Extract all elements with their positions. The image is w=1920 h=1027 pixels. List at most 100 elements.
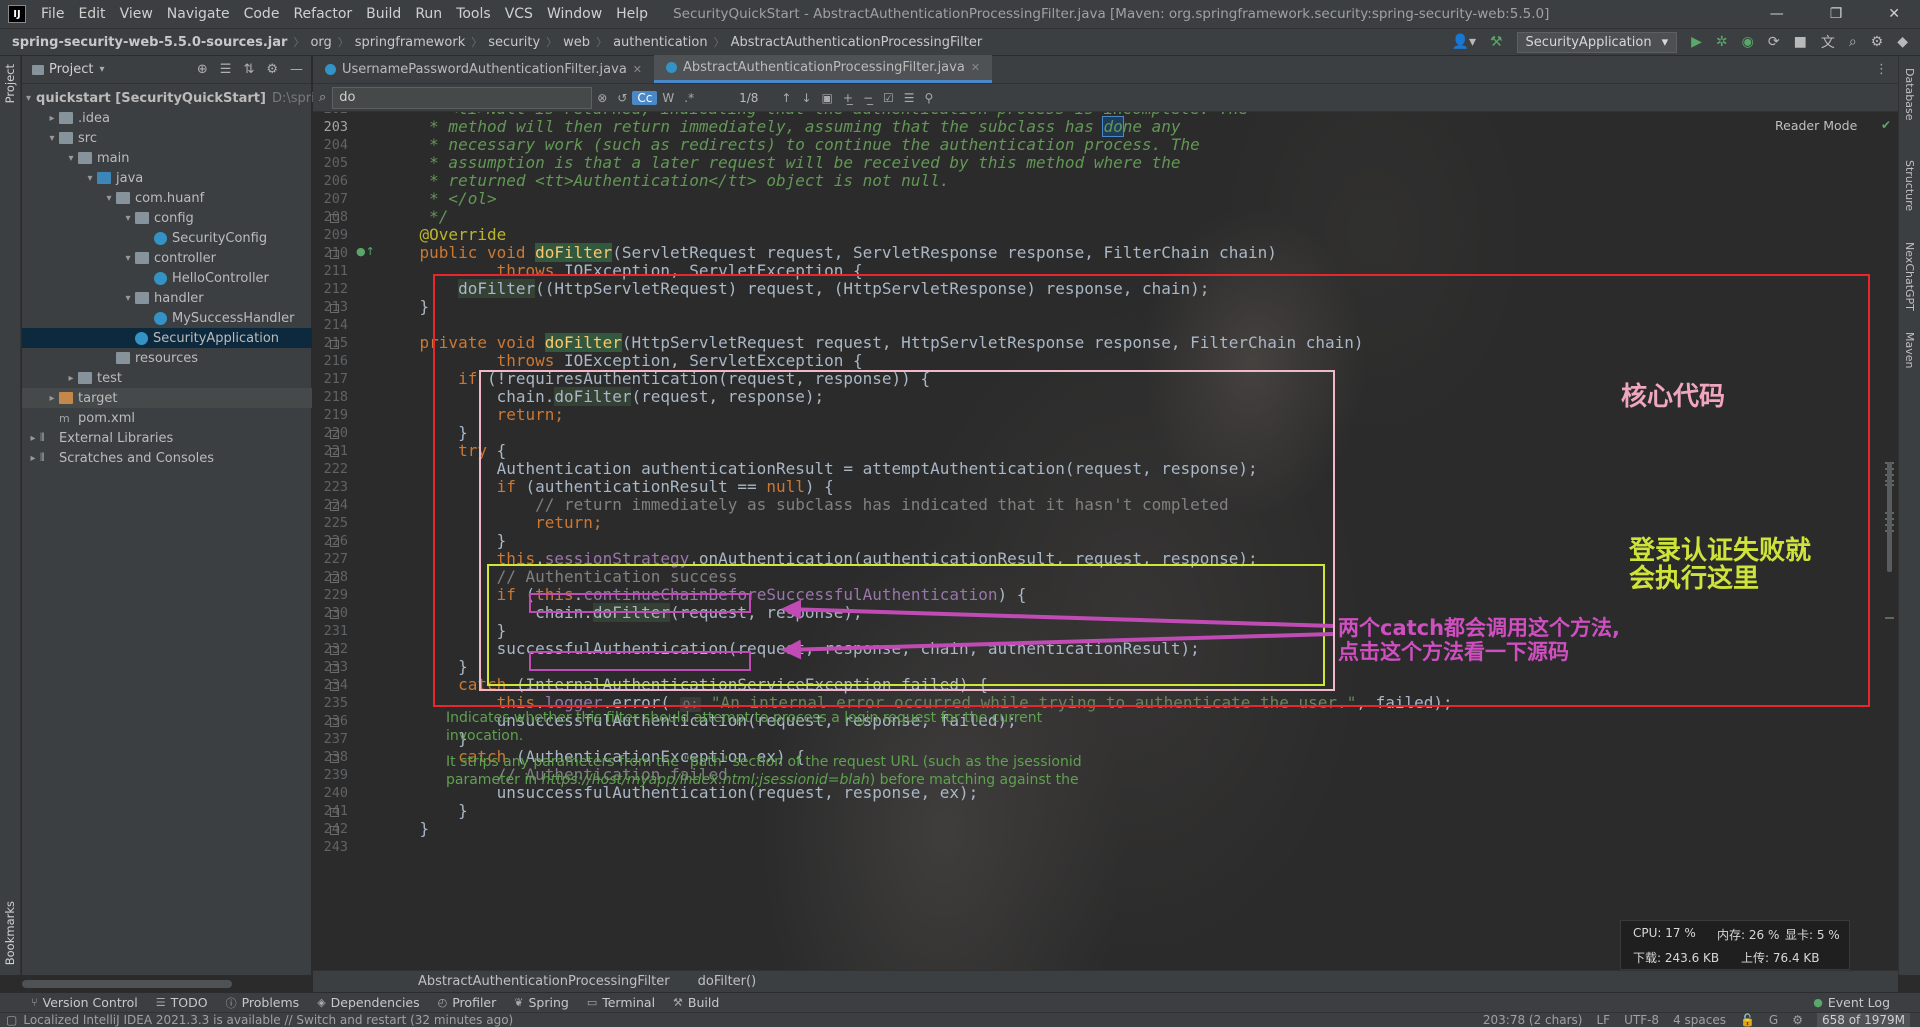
menu-tools[interactable]: Tools [449, 6, 498, 22]
close-icon[interactable]: ✕ [633, 63, 642, 76]
tree-item[interactable]: ▾ com.huanf [22, 188, 312, 208]
nexchatgpt-tool-tab[interactable]: NexChatGPT [1903, 242, 1916, 311]
remove-selection-icon[interactable]: −̲ [858, 91, 878, 105]
breadcrumb-springframework[interactable]: springframework [351, 35, 469, 50]
run-configuration-select[interactable]: SecurityApplication ▾ [1516, 31, 1678, 53]
structure-tool-tab[interactable]: Structure [1903, 160, 1916, 211]
search-icon[interactable]: ⌕ [1849, 34, 1857, 50]
breadcrumb-class[interactable]: AbstractAuthenticationProcessingFilter [727, 35, 987, 50]
stop-icon[interactable]: ■ [1794, 34, 1807, 50]
tree-item[interactable]: ▸ ⫴ External Libraries [22, 428, 312, 448]
tree-item[interactable]: ▾ src [22, 128, 312, 148]
hide-panel-icon[interactable]: — [290, 62, 303, 77]
fold-marker[interactable] [330, 448, 339, 457]
expand-all-icon[interactable]: ☰ [220, 62, 232, 77]
code-line[interactable]: */ [381, 208, 448, 226]
ide-logo-icon[interactable]: ◆ [1897, 34, 1908, 50]
add-selection-icon[interactable]: +̲ [838, 91, 858, 105]
lock-icon[interactable]: 🔓 [1740, 1013, 1755, 1027]
previous-match-icon[interactable]: ↑ [776, 91, 796, 105]
fold-marker[interactable] [330, 340, 339, 349]
chevron-down-icon[interactable]: ▾ [121, 253, 135, 264]
maven-tool-tab[interactable]: Maven [1903, 332, 1916, 368]
translate-icon[interactable]: 文 [1821, 32, 1835, 52]
database-tool-tab[interactable]: Database [1903, 68, 1916, 121]
locate-icon[interactable]: ⊕ [197, 62, 208, 77]
coverage-icon[interactable]: ◉ [1742, 34, 1754, 50]
debug-icon[interactable]: ✲ [1716, 34, 1728, 50]
fold-marker[interactable] [330, 718, 339, 727]
project-view-selector[interactable]: Project [49, 62, 93, 77]
tree-item[interactable]: ▸ ⫴ Scratches and Consoles [22, 448, 312, 468]
tree-item[interactable]: ▾ quickstart [SecurityQuickStart] D:\sprin… [22, 88, 331, 108]
fold-marker[interactable] [330, 214, 339, 223]
tree-item[interactable]: SecurityConfig [22, 228, 312, 248]
more-run-icon[interactable]: ⟳ [1768, 34, 1780, 50]
fold-marker[interactable] [330, 610, 339, 619]
code-line[interactable]: * returned <tt>Authentication</tt> objec… [381, 172, 949, 190]
menu-code[interactable]: Code [237, 6, 287, 22]
restore-button[interactable]: ❐ [1830, 6, 1843, 22]
project-tool-tab[interactable]: Project [3, 64, 17, 103]
chevron-down-icon[interactable]: ▾ [121, 293, 135, 304]
chevron-down-icon[interactable]: ▾ [83, 173, 97, 184]
minimize-button[interactable]: — [1770, 6, 1784, 22]
chevron-right-icon[interactable]: ▸ [26, 453, 40, 464]
tree-item[interactable]: MySuccessHandler [22, 308, 312, 328]
bookmarks-tool-tab[interactable]: Bookmarks [3, 901, 17, 965]
tree-item[interactable]: SecurityApplication [22, 328, 312, 348]
collapse-all-icon[interactable]: ⇅ [243, 62, 254, 77]
tool-dependencies[interactable]: ◈ Dependencies [308, 995, 428, 1010]
chevron-down-icon[interactable]: ▾ [26, 93, 31, 104]
search-history-icon[interactable]: ↺ [612, 91, 632, 105]
menu-run[interactable]: Run [408, 6, 449, 22]
override-gutter-icon[interactable]: ●↑ [356, 245, 375, 258]
select-all-occurrences-icon[interactable]: ▣ [817, 91, 838, 105]
build-hammer-icon[interactable]: ⚒ [1490, 34, 1503, 50]
breadcrumb-web[interactable]: web [559, 35, 594, 50]
code-line[interactable]: @Override [381, 226, 507, 244]
gear-icon[interactable]: ⚙ [1871, 34, 1884, 50]
tool-todo[interactable]: ☰ TODO [147, 995, 217, 1010]
caret-position[interactable]: 203:78 (2 chars) [1483, 1013, 1583, 1027]
tab-abstract-processing-filter[interactable]: AbstractAuthenticationProcessingFilter.j… [654, 55, 993, 83]
project-horizontal-scrollbar[interactable] [22, 980, 232, 988]
memory-indicator[interactable]: 658 of 1979M [1817, 1013, 1910, 1027]
editor-scrollbar[interactable] [1883, 112, 1895, 972]
next-match-icon[interactable]: ↓ [796, 91, 816, 105]
tree-item[interactable]: ▾ handler [22, 288, 312, 308]
tree-item[interactable]: ▸ .idea [22, 108, 312, 128]
close-window-button[interactable]: ✕ [1888, 6, 1900, 22]
tree-item[interactable]: ▸ test [22, 368, 312, 388]
tool-terminal[interactable]: ▭ Terminal [578, 995, 664, 1010]
chevron-down-icon[interactable]: ▾ [102, 193, 116, 204]
menu-help[interactable]: Help [609, 6, 655, 22]
tool-version-control[interactable]: ⑂ Version Control [22, 995, 147, 1010]
filter-icon[interactable]: ⚲ [920, 91, 939, 105]
fold-marker[interactable] [330, 502, 339, 511]
code-line[interactable]: public void doFilter(ServletRequest requ… [381, 243, 1277, 262]
breadcrumb-org[interactable]: org [306, 35, 335, 50]
chevron-right-icon[interactable]: ▸ [45, 113, 59, 124]
run-icon[interactable]: ▶ [1691, 34, 1702, 50]
find-input[interactable] [332, 86, 593, 109]
status-message[interactable]: Localized IntelliJ IDEA 2021.3.3 is avai… [17, 1013, 513, 1027]
code-editor[interactable]: 2022032042052062072082092102112122132142… [313, 112, 1898, 972]
tab-options-icon[interactable]: ⋮ [1875, 62, 1898, 83]
fold-marker[interactable] [330, 826, 339, 835]
chevron-down-icon[interactable]: ▾ [121, 213, 135, 224]
select-all-matches-icon[interactable]: ☑ [878, 91, 899, 105]
tool-problems[interactable]: ⓘ Problems [217, 995, 309, 1011]
tree-item[interactable]: ▾ java [22, 168, 312, 188]
regex-toggle[interactable]: .* [679, 91, 699, 105]
google-icon[interactable]: G [1769, 1013, 1778, 1027]
menu-navigate[interactable]: Navigate [160, 6, 237, 22]
tree-item[interactable]: HelloController [22, 268, 312, 288]
filter-options-icon[interactable]: ☰ [899, 91, 920, 105]
tool-event-log[interactable]: ● Event Log [1804, 995, 1920, 1010]
search-icon[interactable]: ⌕ [319, 90, 326, 105]
menu-edit[interactable]: Edit [71, 6, 112, 22]
fold-marker[interactable] [330, 304, 339, 313]
tree-item[interactable]: resources [22, 348, 312, 368]
chevron-down-icon[interactable]: ▾ [45, 133, 59, 144]
